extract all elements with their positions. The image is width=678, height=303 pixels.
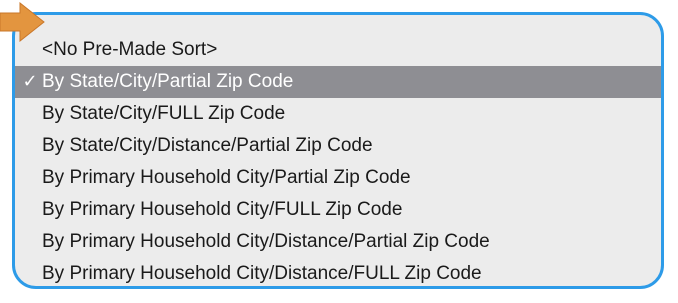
menu-item-household-city-partial-zip[interactable]: By Primary Household City/Partial Zip Co… [15, 162, 661, 194]
arrow-right-icon [0, 2, 45, 42]
menu-item-label: By Primary Household City/Distance/Parti… [42, 231, 490, 252]
menu-item-household-city-distance-partial-zip[interactable]: By Primary Household City/Distance/Parti… [15, 226, 661, 258]
menu-item-state-city-distance-partial-zip[interactable]: By State/City/Distance/Partial Zip Code [15, 130, 661, 162]
menu-item-label: By State/City/FULL Zip Code [42, 103, 286, 124]
menu-item-label: By Primary Household City/Distance/FULL … [42, 263, 482, 284]
sort-dropdown-menu: <No Pre-Made Sort> ✓ By State/City/Parti… [12, 12, 664, 289]
menu-item-household-city-distance-full-zip[interactable]: By Primary Household City/Distance/FULL … [15, 258, 661, 286]
menu-item-label: By Primary Household City/Partial Zip Co… [42, 167, 411, 188]
menu-item-no-pre-made-sort[interactable]: <No Pre-Made Sort> [15, 34, 661, 66]
menu-item-label: By State/City/Distance/Partial Zip Code [42, 135, 373, 156]
menu-item-label: By Primary Household City/FULL Zip Code [42, 199, 403, 220]
menu-item-state-city-full-zip[interactable]: By State/City/FULL Zip Code [15, 98, 661, 130]
menu-item-household-city-full-zip[interactable]: By Primary Household City/FULL Zip Code [15, 194, 661, 226]
sort-options-list: <No Pre-Made Sort> ✓ By State/City/Parti… [15, 34, 661, 286]
menu-item-label: <No Pre-Made Sort> [42, 39, 218, 60]
checkmark-icon: ✓ [22, 71, 38, 92]
menu-item-state-city-partial-zip[interactable]: ✓ By State/City/Partial Zip Code [15, 66, 661, 98]
menu-item-label: By State/City/Partial Zip Code [42, 71, 294, 92]
